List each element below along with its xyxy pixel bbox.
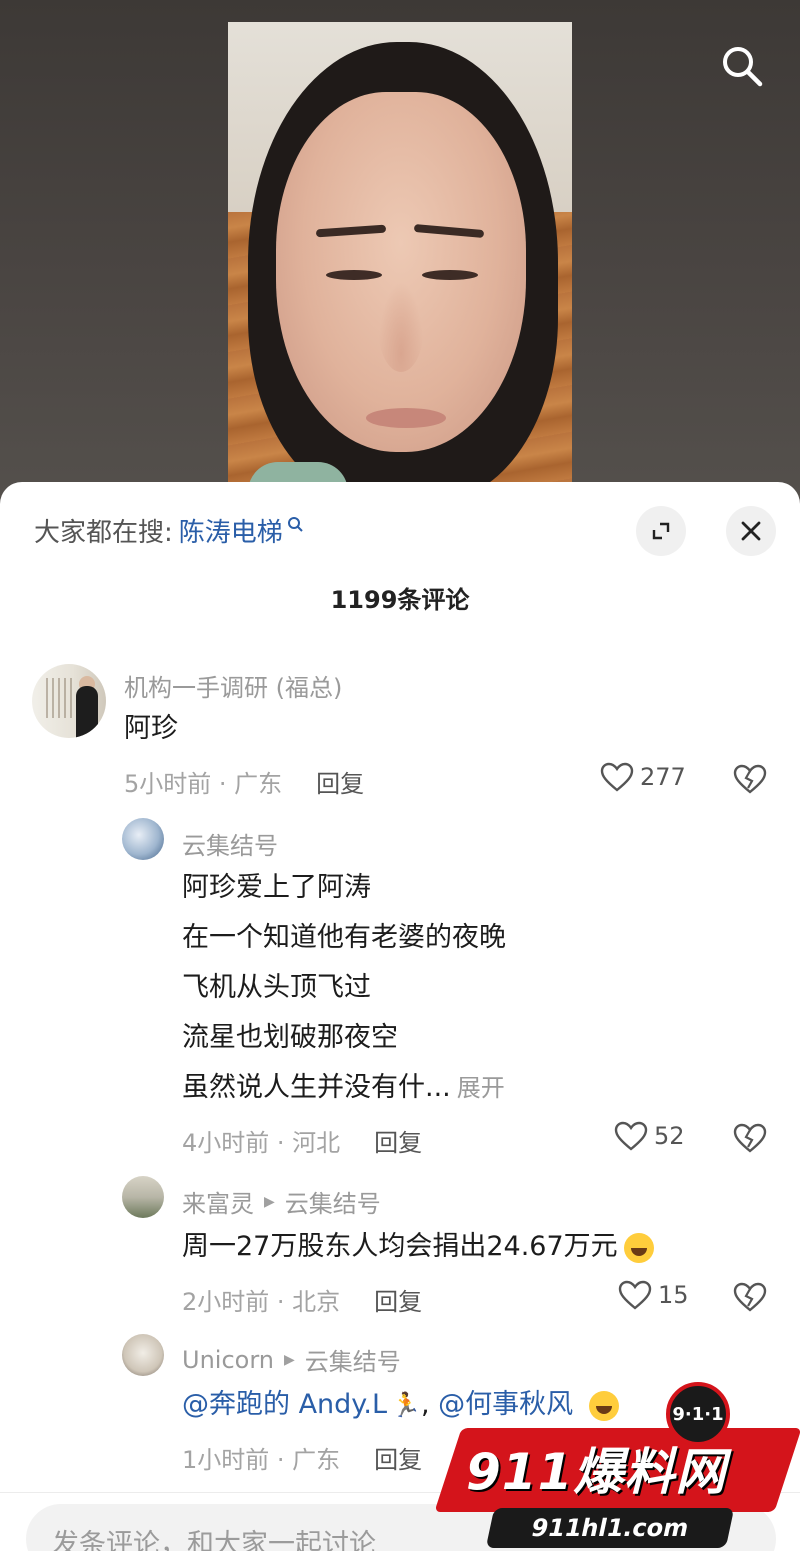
reply-arrow-icon: ▶ xyxy=(264,1193,275,1210)
avatar[interactable] xyxy=(32,664,106,738)
comment-count: 1199条评论 xyxy=(330,586,470,614)
expand-button[interactable] xyxy=(636,506,686,556)
reply-to-user[interactable]: 云集结号 xyxy=(305,1342,401,1377)
like-count: 52 xyxy=(654,1122,685,1150)
reply-text: 周一27万股东人均会捐出24.67万元 xyxy=(182,1222,654,1272)
watermark-logo: 911爆料网 9·1·1 911hl1.com xyxy=(430,1380,800,1551)
reply-button[interactable]: 回复 xyxy=(374,1440,422,1475)
like-button[interactable]: 277 xyxy=(600,762,686,792)
reply-text-truncated: 虽然说人生并没有什... xyxy=(182,1072,451,1103)
reply-text-line: 飞机从头顶飞过 xyxy=(182,972,371,1003)
search-icon xyxy=(723,47,763,87)
reply-username: 来富灵 ▶ 云集结号 xyxy=(182,1184,381,1219)
reply-text-line: 在一个知道他有老婆的夜晚 xyxy=(182,922,506,953)
dislike-icon[interactable] xyxy=(733,1123,767,1153)
reply-meta: 2小时前 · 北京 回复 xyxy=(182,1282,422,1317)
search-button[interactable] xyxy=(718,42,766,90)
reply-username: Unicorn ▶ 云集结号 xyxy=(182,1342,401,1377)
heart-icon xyxy=(600,762,634,792)
reply-time: 2小时前 · 北京 xyxy=(182,1288,341,1316)
avatar[interactable] xyxy=(122,1176,164,1218)
reply-button[interactable]: 回复 xyxy=(374,1123,422,1158)
reply-time: 4小时前 · 河北 xyxy=(182,1129,341,1157)
reply-meta: 1小时前 · 广东 回复 xyxy=(182,1440,422,1475)
reply-button[interactable]: 回复 xyxy=(316,764,364,799)
laugh-cry-emoji-icon xyxy=(623,1232,654,1263)
reply-text-line: 虽然说人生并没有什... 展开 xyxy=(182,1063,505,1113)
dislike-icon[interactable] xyxy=(733,1282,767,1312)
dislike-icon[interactable] xyxy=(733,764,767,794)
sheet-header: 大家都在搜: 陈涛电梯 1199条评论 xyxy=(0,482,800,614)
reply-text-content: 周一27万股东人均会捐出24.67万元 xyxy=(182,1231,618,1262)
reply-username[interactable]: 云集结号 xyxy=(182,826,278,861)
watermark-url: 911hl1.com xyxy=(485,1508,735,1548)
video-player[interactable] xyxy=(0,0,800,500)
reply-author[interactable]: Unicorn xyxy=(182,1346,274,1374)
hot-search-term[interactable]: 陈涛电梯 xyxy=(179,512,283,549)
hot-search-label: 大家都在搜: xyxy=(34,518,173,548)
reply-author[interactable]: 来富灵 xyxy=(182,1184,254,1219)
reply-text-line: 流星也划破那夜空 xyxy=(182,1022,398,1053)
reply-to-user[interactable]: 云集结号 xyxy=(285,1184,381,1219)
reply-button[interactable]: 回复 xyxy=(374,1282,422,1317)
video-frame xyxy=(228,22,572,500)
hot-search[interactable]: 大家都在搜: 陈涛电梯 xyxy=(34,512,303,549)
mention-link[interactable]: @奔跑的 Andy.L xyxy=(182,1389,387,1420)
like-count: 277 xyxy=(640,763,686,791)
expand-icon xyxy=(652,522,670,540)
close-icon xyxy=(741,521,761,541)
runner-emoji-icon: 🏃 xyxy=(391,1391,421,1419)
like-button[interactable]: 52 xyxy=(614,1121,685,1151)
reply-text-line: 阿珍爱上了阿涛 xyxy=(182,872,371,903)
reply-meta: 4小时前 · 河北 回复 xyxy=(182,1123,422,1158)
small-search-icon xyxy=(287,516,303,532)
reply-time: 1小时前 · 广东 xyxy=(182,1446,341,1474)
comment-text: 阿珍 xyxy=(124,713,178,744)
comment-input-placeholder: 发条评论，和大家一起讨论 xyxy=(52,1529,376,1551)
avatar[interactable] xyxy=(122,818,164,860)
heart-icon xyxy=(614,1121,648,1151)
comment-username[interactable]: 机构一手调研 (福总) xyxy=(124,668,342,703)
comment-meta: 5小时前 · 广东 回复 xyxy=(124,764,364,799)
like-button[interactable]: 15 xyxy=(618,1280,689,1310)
watermark-badge: 9·1·1 xyxy=(666,1382,730,1446)
reply-arrow-icon: ▶ xyxy=(283,1351,295,1368)
like-count: 15 xyxy=(658,1281,689,1309)
avatar[interactable] xyxy=(122,1334,164,1376)
expand-text-link[interactable]: 展开 xyxy=(457,1074,505,1102)
comment-time: 5小时前 · 广东 xyxy=(124,770,283,798)
heart-icon xyxy=(618,1280,652,1310)
close-button[interactable] xyxy=(726,506,776,556)
